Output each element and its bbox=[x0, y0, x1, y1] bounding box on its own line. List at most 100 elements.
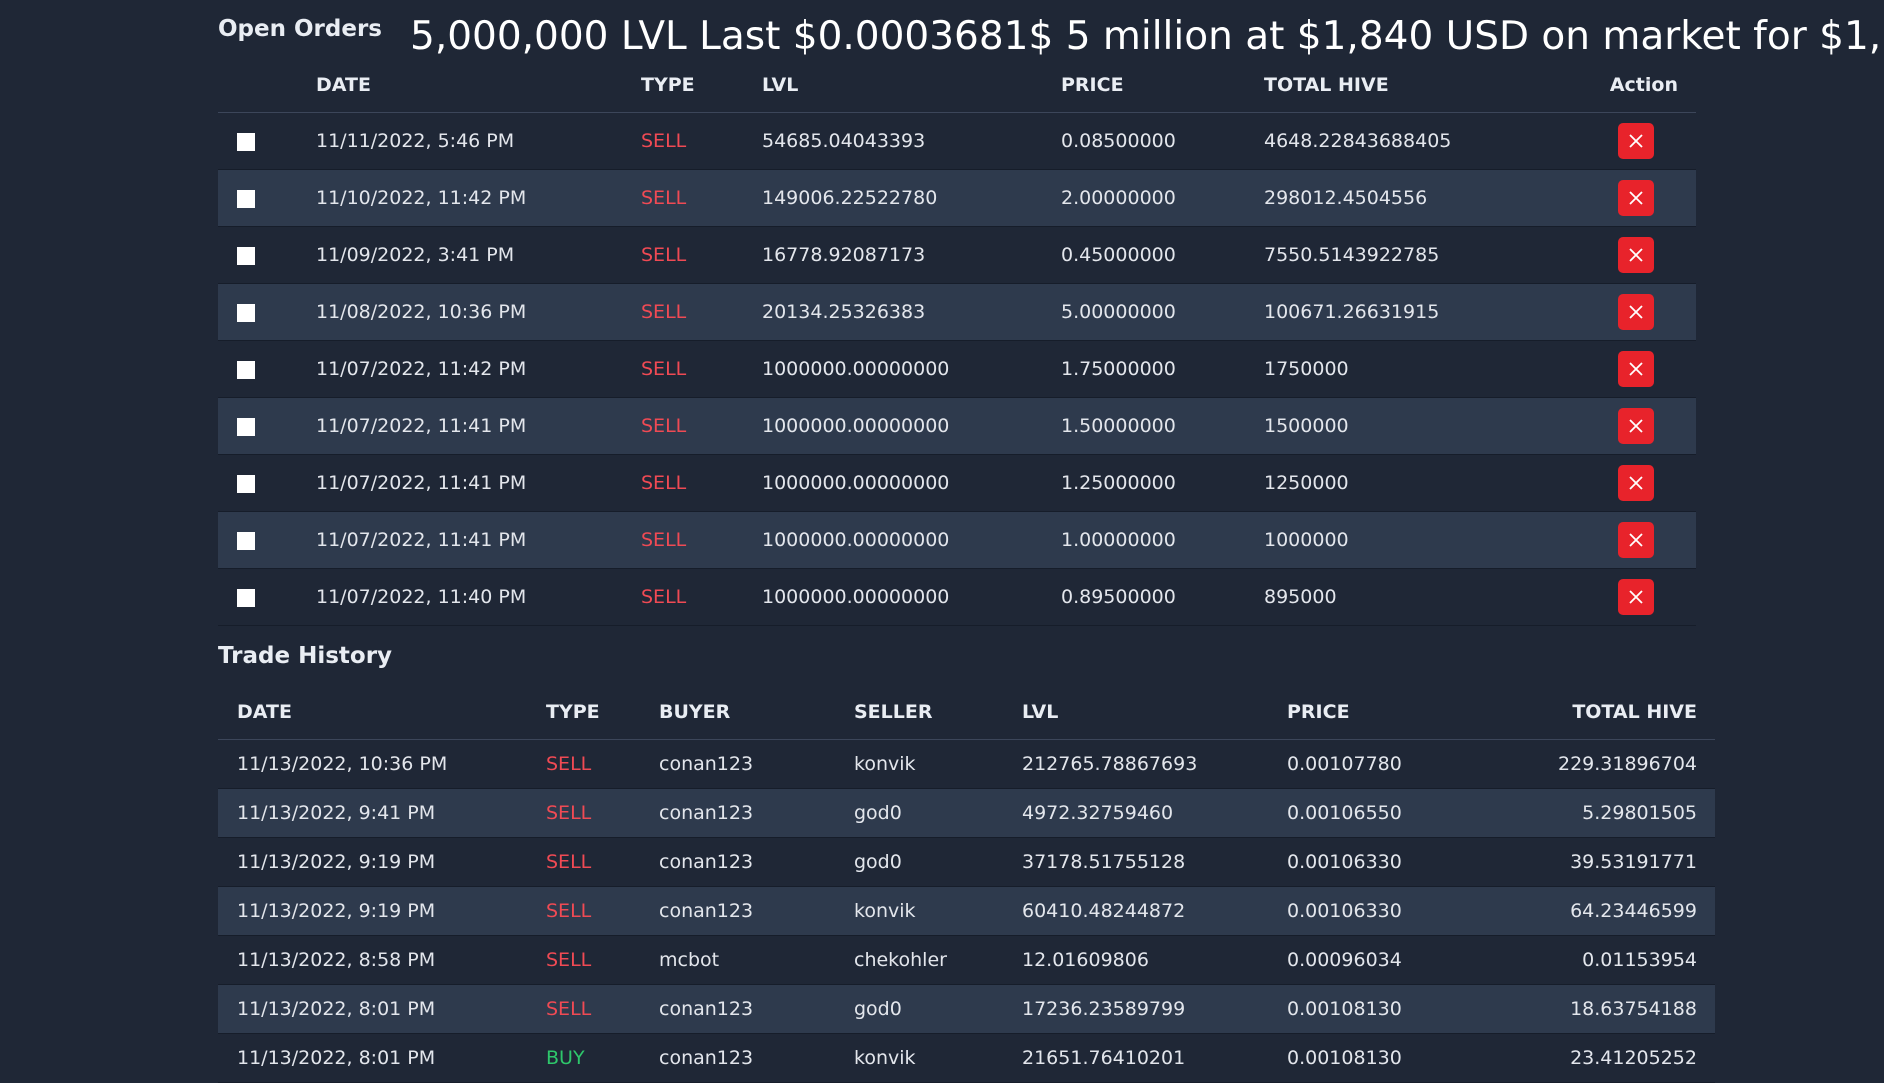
order-price: 1.25000000 bbox=[1061, 454, 1264, 512]
trade-lvl: 212765.78867693 bbox=[1022, 739, 1287, 789]
checkbox-icon[interactable] bbox=[237, 360, 255, 379]
order-lvl: 149006.22522780 bbox=[762, 169, 1061, 227]
trade-lvl: 21651.76410201 bbox=[1022, 1033, 1287, 1083]
checkbox-icon[interactable] bbox=[237, 588, 255, 607]
trade-date: 11/13/2022, 9:19 PM bbox=[218, 886, 546, 936]
header-total-hive: TOTAL HIVE bbox=[1497, 685, 1715, 740]
order-lvl: 20134.25326383 bbox=[762, 283, 1061, 341]
order-price: 1.00000000 bbox=[1061, 511, 1264, 569]
checkbox-icon[interactable] bbox=[237, 132, 255, 151]
order-lvl: 54685.04043393 bbox=[762, 112, 1061, 170]
trade-total-hive: 64.23446599 bbox=[1497, 886, 1715, 936]
order-total-hive: 1250000 bbox=[1264, 454, 1594, 512]
order-total-hive: 298012.4504556 bbox=[1264, 169, 1594, 227]
trade-seller: chekohler bbox=[854, 935, 1022, 985]
order-lvl: 1000000.00000000 bbox=[762, 454, 1061, 512]
order-lvl: 1000000.00000000 bbox=[762, 397, 1061, 455]
trade-date: 11/13/2022, 8:01 PM bbox=[218, 1033, 546, 1083]
table-row: 11/13/2022, 9:41 PM SELL conan123 god0 4972.… bbox=[218, 788, 1715, 838]
cancel-order-button[interactable] bbox=[1618, 465, 1654, 501]
table-row: 11/07/2022, 11:40 PM SELL 1000000.00000000… bbox=[218, 568, 1696, 626]
trade-price: 0.00107780 bbox=[1287, 739, 1497, 789]
header-lvl: LVL bbox=[762, 58, 1061, 113]
trade-buyer: mcbot bbox=[659, 935, 854, 985]
table-row: 11/09/2022, 3:41 PM SELL 16778.92087173 0.4… bbox=[218, 226, 1696, 284]
trade-history-table: DATE TYPE BUYER SELLER LVL PRICE TOTAL H… bbox=[218, 685, 1715, 1083]
checkbox-icon[interactable] bbox=[237, 531, 255, 550]
cancel-order-button[interactable] bbox=[1618, 123, 1654, 159]
order-type: SELL bbox=[641, 568, 762, 626]
header-date: DATE bbox=[218, 685, 546, 740]
cancel-order-button[interactable] bbox=[1618, 522, 1654, 558]
header-date: DATE bbox=[316, 58, 641, 113]
trade-total-hive: 229.31896704 bbox=[1497, 739, 1715, 789]
header-buyer: BUYER bbox=[659, 685, 854, 740]
checkbox-icon[interactable] bbox=[237, 474, 255, 493]
cancel-order-button[interactable] bbox=[1618, 180, 1654, 216]
trade-date: 11/13/2022, 9:41 PM bbox=[218, 788, 546, 838]
trade-seller: god0 bbox=[854, 984, 1022, 1034]
trade-seller: konvik bbox=[854, 886, 1022, 936]
checkbox-icon[interactable] bbox=[237, 189, 255, 208]
table-row: 11/07/2022, 11:41 PM SELL 1000000.00000000… bbox=[218, 397, 1696, 455]
cancel-order-button[interactable] bbox=[1618, 351, 1654, 387]
trade-lvl: 12.01609806 bbox=[1022, 935, 1287, 985]
table-row: 11/13/2022, 8:58 PM SELL mcbot chekohler 12.… bbox=[218, 935, 1715, 985]
header-total-hive: TOTAL HIVE bbox=[1264, 58, 1594, 113]
close-icon bbox=[1629, 191, 1643, 205]
trade-lvl: 37178.51755128 bbox=[1022, 837, 1287, 887]
trade-seller: konvik bbox=[854, 739, 1022, 789]
table-row: 11/10/2022, 11:42 PM SELL 149006.22522780 2… bbox=[218, 169, 1696, 227]
cancel-order-button[interactable] bbox=[1618, 237, 1654, 273]
order-total-hive: 1000000 bbox=[1264, 511, 1594, 569]
trade-type: SELL bbox=[546, 837, 659, 887]
close-icon bbox=[1629, 305, 1643, 319]
order-type: SELL bbox=[641, 454, 762, 512]
trade-total-hive: 0.01153954 bbox=[1497, 935, 1715, 985]
order-price: 1.75000000 bbox=[1061, 340, 1264, 398]
trade-date: 11/13/2022, 9:19 PM bbox=[218, 837, 546, 887]
order-type: SELL bbox=[641, 340, 762, 398]
open-orders-table: DATE TYPE LVL PRICE TOTAL HIVE Action 11… bbox=[218, 58, 1696, 626]
table-row: 11/13/2022, 9:19 PM SELL conan123 konvik 604… bbox=[218, 886, 1715, 936]
order-total-hive: 100671.26631915 bbox=[1264, 283, 1594, 341]
cancel-order-button[interactable] bbox=[1618, 579, 1654, 615]
order-total-hive: 1750000 bbox=[1264, 340, 1594, 398]
order-type: SELL bbox=[641, 397, 762, 455]
order-total-hive: 895000 bbox=[1264, 568, 1594, 626]
order-lvl: 16778.92087173 bbox=[762, 226, 1061, 284]
trade-lvl: 60410.48244872 bbox=[1022, 886, 1287, 936]
trade-total-hive: 23.41205252 bbox=[1497, 1033, 1715, 1083]
trade-lvl: 4972.32759460 bbox=[1022, 788, 1287, 838]
header-price: PRICE bbox=[1287, 685, 1497, 740]
trade-buyer: conan123 bbox=[659, 739, 854, 789]
checkbox-icon[interactable] bbox=[237, 417, 255, 436]
header-lvl: LVL bbox=[1022, 685, 1287, 740]
overlay-caption: 5,000,000 LVL Last $0.0003681$ 5 million… bbox=[410, 14, 1884, 59]
checkbox-icon[interactable] bbox=[237, 246, 255, 265]
trade-seller: konvik bbox=[854, 1033, 1022, 1083]
order-date: 11/07/2022, 11:41 PM bbox=[316, 454, 641, 512]
trade-price: 0.00108130 bbox=[1287, 1033, 1497, 1083]
open-orders-title: Open Orders bbox=[218, 16, 382, 42]
order-date: 11/07/2022, 11:40 PM bbox=[316, 568, 641, 626]
trade-type: SELL bbox=[546, 739, 659, 789]
checkbox-icon[interactable] bbox=[237, 303, 255, 322]
trade-buyer: conan123 bbox=[659, 837, 854, 887]
order-lvl: 1000000.00000000 bbox=[762, 511, 1061, 569]
order-price: 5.00000000 bbox=[1061, 283, 1264, 341]
trade-date: 11/13/2022, 10:36 PM bbox=[218, 739, 546, 789]
order-price: 0.45000000 bbox=[1061, 226, 1264, 284]
cancel-order-button[interactable] bbox=[1618, 294, 1654, 330]
trade-type: SELL bbox=[546, 788, 659, 838]
order-total-hive: 1500000 bbox=[1264, 397, 1594, 455]
cancel-order-button[interactable] bbox=[1618, 408, 1654, 444]
trade-total-hive: 39.53191771 bbox=[1497, 837, 1715, 887]
close-icon bbox=[1629, 134, 1643, 148]
order-date: 11/11/2022, 5:46 PM bbox=[316, 112, 641, 170]
trade-buyer: conan123 bbox=[659, 886, 854, 936]
trade-date: 11/13/2022, 8:01 PM bbox=[218, 984, 546, 1034]
table-row: 11/07/2022, 11:42 PM SELL 1000000.00000000… bbox=[218, 340, 1696, 398]
table-row: 11/08/2022, 10:36 PM SELL 20134.25326383 5.… bbox=[218, 283, 1696, 341]
close-icon bbox=[1629, 362, 1643, 376]
